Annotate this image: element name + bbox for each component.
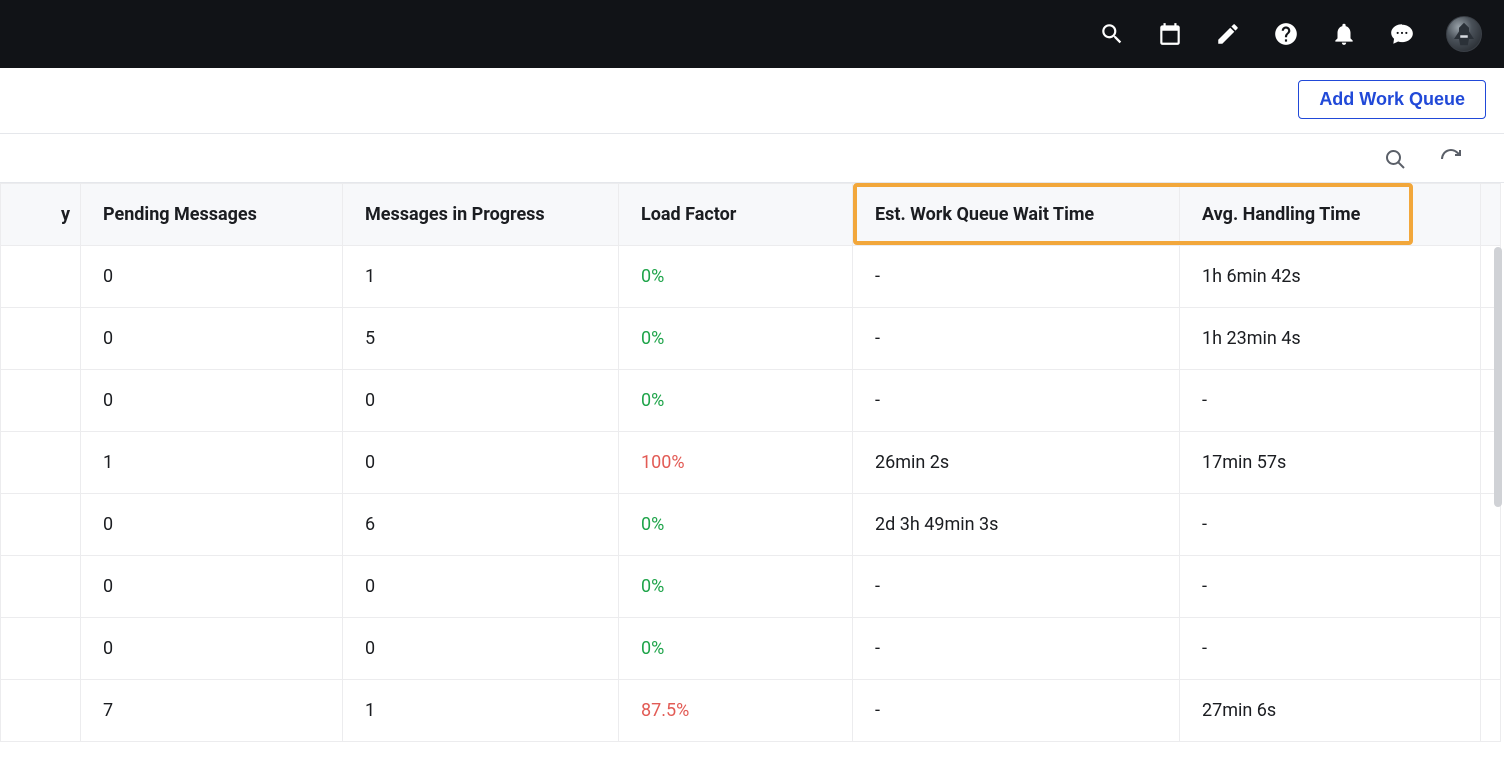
cell-truncated xyxy=(1,618,81,680)
cell-in-progress: 0 xyxy=(343,618,619,680)
cell-avg-handling: - xyxy=(1180,618,1481,680)
cell-in-progress: 0 xyxy=(343,556,619,618)
cell-avg-handling: - xyxy=(1180,494,1481,556)
cell-truncated xyxy=(1,432,81,494)
cell-pending: 0 xyxy=(81,494,343,556)
cell-load-factor: 0% xyxy=(619,370,853,432)
cell-spacer xyxy=(1481,680,1501,742)
chat-icon[interactable] xyxy=(1388,20,1416,48)
col-header-pending[interactable]: Pending Messages xyxy=(81,184,343,246)
cell-load-factor: 0% xyxy=(619,308,853,370)
table-row[interactable]: 010%-1h 6min 42s xyxy=(1,246,1501,308)
cell-truncated xyxy=(1,246,81,308)
cell-spacer xyxy=(1481,556,1501,618)
edit-icon[interactable] xyxy=(1214,20,1242,48)
cell-avg-handling: 17min 57s xyxy=(1180,432,1481,494)
cell-pending: 0 xyxy=(81,246,343,308)
cell-in-progress: 1 xyxy=(343,246,619,308)
refresh-icon[interactable] xyxy=(1438,146,1464,172)
cell-truncated xyxy=(1,556,81,618)
cell-wait-time: 2d 3h 49min 3s xyxy=(853,494,1180,556)
cell-pending: 1 xyxy=(81,432,343,494)
col-header-load-factor[interactable]: Load Factor xyxy=(619,184,853,246)
table-toolbar xyxy=(0,134,1504,183)
search-icon[interactable] xyxy=(1098,20,1126,48)
cell-avg-handling: 1h 23min 4s xyxy=(1180,308,1481,370)
col-header-wait-time[interactable]: Est. Work Queue Wait Time xyxy=(853,184,1180,246)
work-queue-table-wrap: y Pending Messages Messages in Progress … xyxy=(0,183,1504,742)
cell-in-progress: 6 xyxy=(343,494,619,556)
col-header-in-progress[interactable]: Messages in Progress xyxy=(343,184,619,246)
cell-wait-time: - xyxy=(853,370,1180,432)
cell-load-factor: 0% xyxy=(619,246,853,308)
table-row[interactable]: 000%-- xyxy=(1,370,1501,432)
cell-avg-handling: - xyxy=(1180,556,1481,618)
cell-spacer xyxy=(1481,618,1501,680)
avatar[interactable] xyxy=(1446,16,1482,52)
cell-pending: 0 xyxy=(81,308,343,370)
work-queue-table: y Pending Messages Messages in Progress … xyxy=(0,183,1501,742)
cell-wait-time: - xyxy=(853,556,1180,618)
table-header-row: y Pending Messages Messages in Progress … xyxy=(1,184,1501,246)
cell-load-factor: 0% xyxy=(619,556,853,618)
table-row[interactable]: 000%-- xyxy=(1,618,1501,680)
add-work-queue-button[interactable]: Add Work Queue xyxy=(1298,80,1486,119)
table-search-icon[interactable] xyxy=(1382,146,1408,172)
page-action-row: Add Work Queue xyxy=(0,68,1504,134)
table-row[interactable]: 050%-1h 23min 4s xyxy=(1,308,1501,370)
cell-avg-handling: 27min 6s xyxy=(1180,680,1481,742)
calendar-day-badge: 17 xyxy=(1156,32,1184,42)
cell-in-progress: 0 xyxy=(343,432,619,494)
cell-truncated xyxy=(1,370,81,432)
cell-in-progress: 1 xyxy=(343,680,619,742)
cell-wait-time: - xyxy=(853,618,1180,680)
scrollbar-thumb[interactable] xyxy=(1494,247,1502,507)
cell-avg-handling: - xyxy=(1180,370,1481,432)
cell-load-factor: 0% xyxy=(619,494,853,556)
cell-load-factor: 100% xyxy=(619,432,853,494)
table-row[interactable]: 000%-- xyxy=(1,556,1501,618)
col-header-truncated[interactable]: y xyxy=(1,184,81,246)
cell-truncated xyxy=(1,494,81,556)
cell-avg-handling: 1h 6min 42s xyxy=(1180,246,1481,308)
bell-icon[interactable] xyxy=(1330,20,1358,48)
cell-wait-time: - xyxy=(853,308,1180,370)
help-icon[interactable] xyxy=(1272,20,1300,48)
table-row[interactable]: 7187.5%-27min 6s xyxy=(1,680,1501,742)
cell-in-progress: 0 xyxy=(343,370,619,432)
col-header-spacer xyxy=(1481,184,1501,246)
cell-load-factor: 87.5% xyxy=(619,680,853,742)
cell-pending: 0 xyxy=(81,618,343,680)
cell-pending: 7 xyxy=(81,680,343,742)
calendar-icon[interactable]: 17 xyxy=(1156,20,1184,48)
table-row[interactable]: 060%2d 3h 49min 3s- xyxy=(1,494,1501,556)
col-header-avg-handling[interactable]: Avg. Handling Time xyxy=(1180,184,1481,246)
cell-pending: 0 xyxy=(81,370,343,432)
table-row[interactable]: 10100%26min 2s17min 57s xyxy=(1,432,1501,494)
cell-in-progress: 5 xyxy=(343,308,619,370)
cell-wait-time: - xyxy=(853,680,1180,742)
cell-truncated xyxy=(1,308,81,370)
cell-wait-time: - xyxy=(853,246,1180,308)
cell-load-factor: 0% xyxy=(619,618,853,680)
cell-pending: 0 xyxy=(81,556,343,618)
app-topbar: 17 xyxy=(0,0,1504,68)
cell-truncated xyxy=(1,680,81,742)
cell-wait-time: 26min 2s xyxy=(853,432,1180,494)
